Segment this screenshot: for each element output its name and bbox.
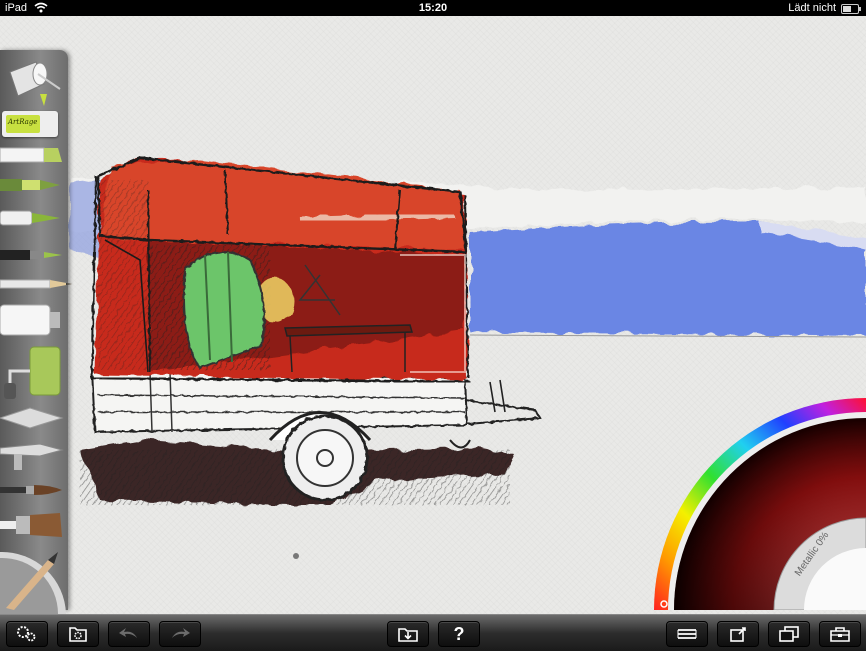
felt-pen-icon xyxy=(0,179,60,191)
gallery-button[interactable] xyxy=(387,621,429,647)
tool-rail: ArtRage xyxy=(0,50,72,610)
export-button[interactable] xyxy=(717,621,759,647)
undo-button[interactable] xyxy=(108,621,150,647)
eraser-tool[interactable] xyxy=(0,145,66,165)
tool-settings-dial[interactable] xyxy=(0,548,68,614)
round-brush-icon xyxy=(0,485,62,495)
duplicate-icon xyxy=(779,626,799,642)
canvas-gear-icon xyxy=(69,627,87,642)
folder-down-icon xyxy=(398,628,418,642)
felt-pen-tool[interactable] xyxy=(0,175,66,195)
redo-button[interactable] xyxy=(159,621,201,647)
help-button[interactable]: ? xyxy=(438,621,480,647)
palette-knife-icon xyxy=(0,407,64,429)
tool-preview-icon xyxy=(0,551,66,614)
palette-knife-tool[interactable] xyxy=(0,406,66,430)
wifi-icon xyxy=(34,2,48,16)
duplicate-button[interactable] xyxy=(768,621,810,647)
device-name: iPad xyxy=(5,2,28,14)
toolbox-icon xyxy=(830,627,850,642)
flat-brush-tool[interactable] xyxy=(0,510,66,540)
redo-icon xyxy=(172,628,190,638)
battery-icon xyxy=(841,4,861,14)
canvas-settings-button[interactable] xyxy=(57,621,99,647)
pencil-icon xyxy=(0,279,72,289)
color-wheel-icon xyxy=(654,398,866,611)
layers-icon xyxy=(677,629,697,639)
fill-bucket-tool[interactable] xyxy=(0,54,66,110)
undo-icon xyxy=(119,628,137,638)
eraser-icon xyxy=(0,147,62,163)
pencil-tool[interactable] xyxy=(0,276,72,292)
color-picker[interactable] xyxy=(654,398,866,611)
airbrush-icon xyxy=(0,443,64,470)
gears-icon xyxy=(17,626,36,642)
marker-icon xyxy=(0,210,60,226)
paint-roller-icon xyxy=(4,346,61,399)
battery-status: Lädt nicht xyxy=(788,2,836,14)
ink-pen-icon xyxy=(0,250,62,260)
flat-brush-icon xyxy=(0,513,62,537)
round-brush-tool[interactable] xyxy=(0,480,66,500)
fill-bucket-icon xyxy=(9,61,61,106)
ink-pen-tool[interactable] xyxy=(0,245,66,265)
layers-button[interactable] xyxy=(666,621,708,647)
paint-roller-tool[interactable] xyxy=(0,345,66,401)
settings-button[interactable] xyxy=(6,621,48,647)
bottom-toolbar: ? xyxy=(0,614,866,651)
sticker-label: ArtRage xyxy=(8,118,38,126)
marker-tool[interactable] xyxy=(0,208,66,228)
status-bar: iPad 15:20 Lädt nicht xyxy=(0,0,866,16)
clock: 15:20 xyxy=(418,2,448,14)
tools-button[interactable] xyxy=(819,621,861,647)
paint-tube-icon xyxy=(0,304,60,336)
airbrush-tool[interactable] xyxy=(0,438,66,472)
export-icon xyxy=(730,627,746,642)
sticker-tool[interactable]: ArtRage xyxy=(0,110,66,140)
paint-tube-tool[interactable] xyxy=(0,302,66,338)
